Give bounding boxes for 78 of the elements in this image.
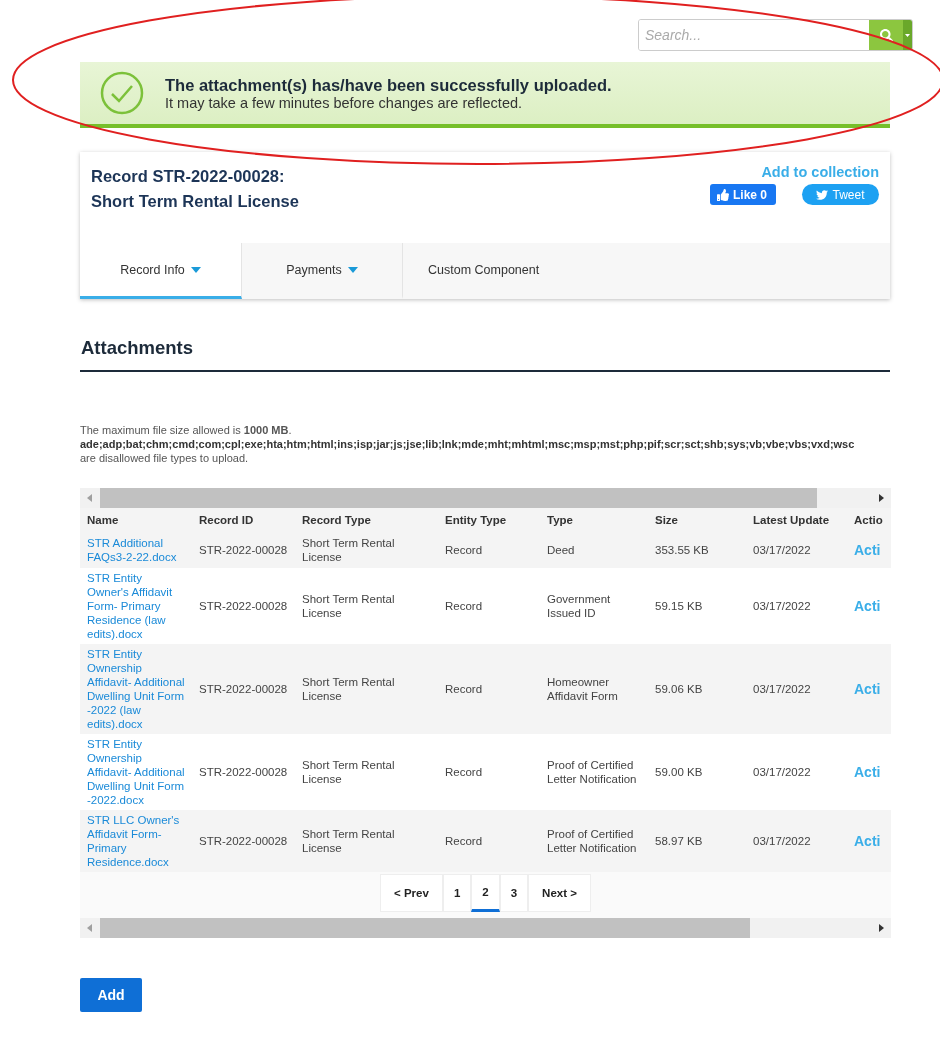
- table-cell-text: Short Term Rental License: [301, 827, 396, 855]
- table-cell-text: 59.15 KB: [654, 599, 704, 613]
- table-cell-text: Record: [444, 765, 484, 779]
- disallowed-note: are disallowed file types to upload.: [80, 451, 250, 465]
- table-cell-text: Record: [444, 682, 484, 696]
- bird-icon: [816, 188, 829, 201]
- actions-link[interactable]: Acti: [850, 764, 890, 780]
- table-cell-text: Proof of Certified Letter Notification: [546, 827, 638, 855]
- record-tab[interactable]: Payments: [242, 243, 403, 299]
- column-header: Record Type: [301, 514, 372, 526]
- column-header: Type: [546, 514, 574, 526]
- actions-link[interactable]: Acti: [850, 598, 890, 614]
- table-cell-text: 03/17/2022: [752, 765, 812, 779]
- section-heading: Attachments: [80, 337, 890, 372]
- page-button[interactable]: < Prev: [380, 874, 443, 912]
- table-cell-text: 353.55 KB: [654, 543, 710, 557]
- horizontal-scrollbar[interactable]: [80, 918, 891, 938]
- disallowed-types-list: ade;adp;bat;chm;cmd;com;cpl;exe;hta;htm;html;ins;isp;jar;js;jse;lib;lnk;mde;mht;mhtml;msc;msp;mst;php;pif;scr;sct;shb;sys;vb;vbe;vbs;vxd;wsc: [80, 437, 890, 451]
- page-button[interactable]: 3: [499, 874, 529, 912]
- table-cell-text: Record: [444, 543, 484, 557]
- table-cell-text: STR-2022-00028: [198, 765, 289, 779]
- page-button[interactable]: Next >: [528, 874, 591, 912]
- banner-message: It may take a few minutes before changes are reflected.: [165, 94, 524, 111]
- table-cell-text: STR-2022-00028: [198, 834, 289, 848]
- table-cell-text: 03/17/2022: [752, 682, 812, 696]
- file-size-note: The maximum file size allowed is 1000 MB.: [80, 423, 293, 437]
- table-cell-text: 03/17/2022: [752, 599, 812, 613]
- search-icon: [879, 28, 893, 42]
- table-cell-text: Short Term Rental License: [301, 592, 396, 620]
- table-cell-text: Short Term Rental License: [301, 758, 396, 786]
- table-cell-text: STR-2022-00028: [198, 543, 289, 557]
- column-header: Entity Type: [444, 514, 508, 526]
- attachment-link[interactable]: STR Entity Ownership Affidavit- Additional Dwelling Unit Form -2022 (law edits).docx: [80, 647, 192, 731]
- table-cell-text: STR-2022-00028: [198, 599, 289, 613]
- add-to-collection-link[interactable]: Add to collection: [761, 164, 879, 180]
- tweet-button[interactable]: Tweet: [802, 184, 879, 205]
- table-cell-text: Short Term Rental License: [301, 536, 396, 564]
- check-circle-icon: [100, 71, 144, 115]
- page-button[interactable]: 1: [442, 874, 472, 912]
- attachment-link[interactable]: STR Entity Owner's Affidavit Form- Primary Residence (law edits).docx: [80, 571, 192, 641]
- table-cell-text: Government Issued ID: [546, 592, 612, 620]
- table-cell-text: Homeowner Affidavit Form: [546, 675, 619, 703]
- record-title: Record STR-2022-00028:: [91, 166, 286, 187]
- actions-link[interactable]: Acti: [850, 542, 890, 558]
- record-subtitle: Short Term Rental License: [91, 191, 299, 212]
- table-cell-text: Record: [444, 599, 484, 613]
- table-cell-text: STR-2022-00028: [198, 682, 289, 696]
- attachment-link[interactable]: STR Additional FAQs3-2-22.docx: [80, 536, 192, 564]
- table-cell-text: Proof of Certified Letter Notification: [546, 758, 638, 786]
- banner-title: The attachment(s) has/have been successfully uploaded.: [165, 75, 612, 95]
- table-cell-text: 03/17/2022: [752, 543, 812, 557]
- search-field[interactable]: Search...: [638, 19, 913, 51]
- table-cell-text: 03/17/2022: [752, 834, 812, 848]
- table-cell-text: 59.00 KB: [654, 765, 704, 779]
- column-header: Name: [86, 514, 120, 526]
- table-cell-text: Record: [444, 834, 484, 848]
- attachment-link[interactable]: STR LLC Owner's Affidavit Form- Primary Residence.docx: [80, 813, 192, 869]
- actions-link[interactable]: Acti: [850, 681, 890, 697]
- page-button[interactable]: 2: [471, 874, 500, 912]
- add-button[interactable]: Add: [80, 978, 142, 1012]
- search-dropdown-button[interactable]: [903, 20, 912, 50]
- attachment-link[interactable]: STR Entity Ownership Affidavit- Additional Dwelling Unit Form -2022.docx: [80, 737, 192, 807]
- column-header: Actio: [853, 514, 884, 526]
- table-cell-text: Deed: [546, 543, 576, 557]
- like-button[interactable]: Like 0: [709, 184, 776, 205]
- column-header: Latest Update: [752, 514, 831, 526]
- thumbs-up-icon: [716, 188, 729, 201]
- table-cell-text: Short Term Rental License: [301, 675, 396, 703]
- table-cell-text: 58.97 KB: [654, 834, 704, 848]
- caret-icon: [905, 33, 910, 37]
- actions-link[interactable]: Acti: [850, 833, 890, 849]
- table-cell-text: 59.06 KB: [654, 682, 704, 696]
- column-header: Record ID: [198, 514, 255, 526]
- record-tab[interactable]: Record Info: [80, 243, 242, 299]
- search-button[interactable]: [869, 20, 903, 50]
- record-tab[interactable]: Custom Component: [403, 243, 565, 299]
- scrollbar-thumb[interactable]: [100, 918, 750, 938]
- column-header: Size: [654, 514, 679, 526]
